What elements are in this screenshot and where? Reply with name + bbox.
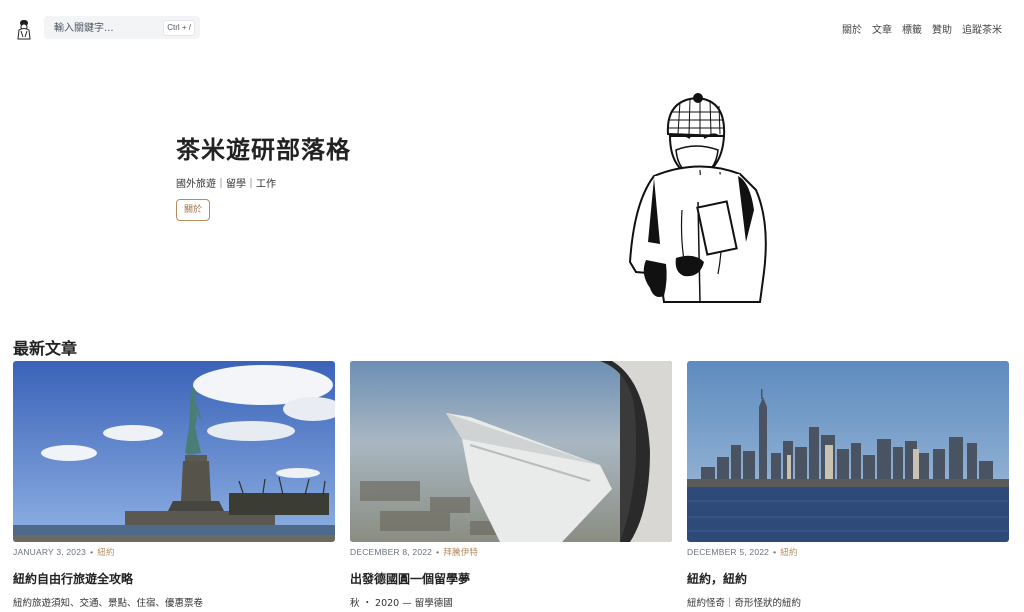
hero-subtitle: 國外旅遊｜留學｜工作 — [176, 179, 276, 190]
latest-posts-heading: 最新文章 — [13, 339, 78, 358]
meta-separator: • — [773, 547, 777, 557]
post-tag[interactable]: 紐約 — [97, 548, 114, 558]
hero-title: 茶米遊研部落格 — [176, 136, 351, 164]
site-header: Ctrl + / 關於 文章 標籤 贊助 追蹤茶米 — [0, 0, 1024, 56]
post-excerpt: 秋 ・ 2020 — 留學德國 — [350, 598, 453, 609]
nav-follow[interactable]: 追蹤茶米 — [962, 21, 1002, 36]
post-excerpt: 紐約旅遊須知、交通、景點、住宿、優惠票卷 — [13, 598, 204, 609]
top-nav: 關於 文章 標籤 贊助 追蹤茶米 — [842, 21, 1002, 36]
meta-separator: • — [436, 547, 440, 557]
nyc-skyline-photo[interactable] — [687, 361, 1009, 542]
post-title[interactable]: 出發德國圓一個留學夢 — [350, 570, 672, 587]
post-excerpt: 紐約怪奇｜奇形怪狀的紐約 — [687, 598, 802, 609]
post-meta: DECEMBER 8, 2022 • 拜騰伊特 — [350, 546, 672, 558]
nav-about[interactable]: 關於 — [842, 21, 862, 36]
post-title[interactable]: 紐約，紐約 — [687, 570, 1009, 587]
search-input[interactable] — [52, 19, 166, 38]
post-date: DECEMBER 8, 2022 — [350, 547, 433, 557]
nav-sponsor[interactable]: 贊助 — [932, 21, 952, 36]
post-tag[interactable]: 拜騰伊特 — [443, 548, 478, 558]
traveler-illustration — [628, 93, 767, 303]
post-title[interactable]: 紐約自由行旅遊全攻略 — [13, 570, 335, 587]
nav-tags[interactable]: 標籤 — [902, 21, 922, 36]
post-date: JANUARY 3, 2023 — [13, 547, 87, 557]
post-tag[interactable]: 紐約 — [780, 548, 797, 558]
statue-of-liberty-photo[interactable] — [13, 361, 335, 542]
post-meta: DECEMBER 5, 2022 • 紐約 — [687, 546, 1009, 558]
logo-icon[interactable] — [14, 18, 34, 40]
post-card[interactable]: JANUARY 3, 2023 • 紐約 紐約自由行旅遊全攻略 紐約旅遊須知、交通、… — [13, 361, 335, 609]
search-box[interactable]: Ctrl + / — [44, 16, 200, 39]
meta-separator: • — [90, 547, 94, 557]
search-shortcut-hint: Ctrl + / — [163, 20, 195, 36]
post-card[interactable]: DECEMBER 8, 2022 • 拜騰伊特 出發德國圓一個留學夢 秋 ・ 202… — [350, 361, 672, 609]
post-card[interactable]: DECEMBER 5, 2022 • 紐約 紐約，紐約 紐約怪奇｜奇形怪狀的紐約 — [687, 361, 1009, 609]
post-date: DECEMBER 5, 2022 — [687, 547, 770, 557]
about-button[interactable]: 關於 — [176, 199, 211, 221]
post-meta: JANUARY 3, 2023 • 紐約 — [13, 546, 335, 558]
nav-articles[interactable]: 文章 — [872, 21, 892, 36]
airplane-window-photo[interactable] — [350, 361, 672, 542]
